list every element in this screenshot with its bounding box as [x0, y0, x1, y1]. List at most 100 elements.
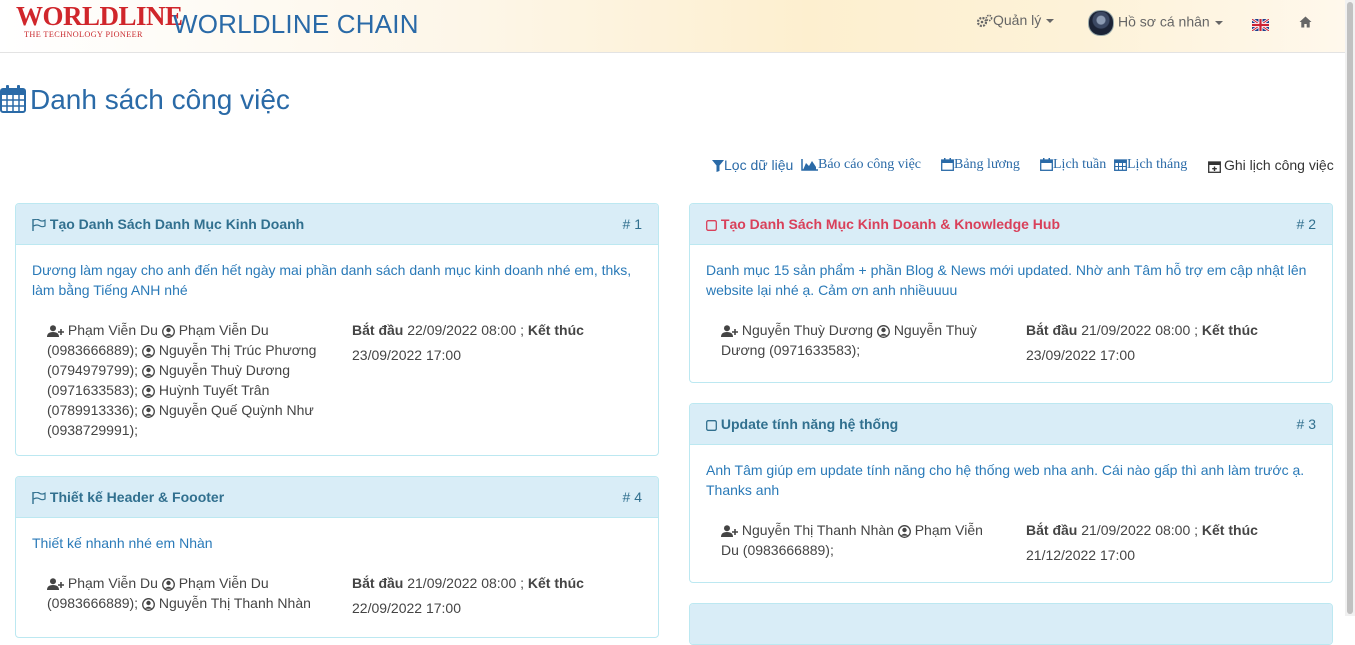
month-calendar-link[interactable]: Lịch tháng	[1114, 157, 1187, 173]
task-owner: Phạm Viễn Du	[67, 575, 158, 591]
assignee-name: Nguyễn Thuỳ Dương	[158, 362, 290, 378]
task-title-text: Tạo Danh Sách Mục Kinh Doanh & Knowledge…	[720, 216, 1061, 232]
assignee-phone: Dương (0971633583);	[721, 342, 861, 358]
user-circle-icon	[876, 324, 890, 338]
task-owner: Nguyễn Thị Thanh Nhàn	[741, 522, 894, 538]
assignee-phone: (0794979799);	[47, 362, 139, 378]
assignee-name: Phạm Viễn	[914, 522, 983, 538]
filter-label: Lọc dữ liệu	[724, 157, 794, 173]
task-owner: Nguyễn Thuỳ Dương	[741, 322, 874, 338]
home-button[interactable]	[1299, 13, 1312, 29]
chevron-down-icon	[1214, 21, 1223, 25]
home-icon	[1299, 16, 1312, 28]
worldline-logo[interactable]: WORLDLINE THE TECHNOLOGY PIONEER	[16, 1, 183, 40]
assignee-phone: (0971633583);	[47, 382, 139, 398]
task-title[interactable]: Tạo Danh Sách Danh Mục Kinh Doanh	[32, 216, 304, 232]
week-label: Lịch tuần	[1053, 157, 1107, 172]
flag-icon	[32, 491, 46, 505]
page-title-text: Danh sách công việc	[30, 84, 290, 115]
log-label: Ghi lịch công việc	[1224, 157, 1334, 173]
language-switch[interactable]	[1251, 16, 1270, 33]
filter-link[interactable]: Lọc dữ liệu	[712, 157, 793, 173]
week-calendar-link[interactable]: Lịch tuần	[1040, 157, 1106, 173]
assignee-name: Phạm Viễn Du	[178, 322, 269, 338]
calendar-grid-icon	[1114, 159, 1127, 172]
task-card-header	[690, 604, 1332, 644]
top-navbar: WORLDLINE THE TECHNOLOGY PIONEER WORLDLI…	[0, 0, 1345, 53]
assignee-phone: (0789913336);	[47, 402, 139, 418]
month-label: Lịch tháng	[1127, 157, 1188, 172]
profile-menu[interactable]: Hồ sơ cá nhân	[1088, 10, 1223, 36]
logo-text: WORLDLINE	[16, 1, 183, 31]
user-circle-icon	[142, 364, 155, 378]
assignee-name: Nguyễn Quế Quỳnh Như	[158, 402, 314, 418]
user-circle-icon	[897, 524, 911, 538]
payroll-label: Bảng lương	[954, 157, 1020, 172]
task-card[interactable]	[689, 603, 1333, 645]
gears-icon	[976, 14, 993, 28]
task-assignees: Nguyễn Thị Thanh Nhàn Phạm Viễn Du (0983…	[721, 520, 996, 560]
area-chart-icon	[801, 158, 818, 171]
task-card[interactable]: Update tính năng hệ thống # 3 Anh Tâm gi…	[689, 403, 1333, 583]
task-number: # 2	[1296, 216, 1316, 232]
user-circle-icon	[142, 404, 155, 418]
task-card-header: Thiết kế Header & Foooter # 4	[16, 477, 658, 518]
task-description: Thiết kế nhanh nhé em Nhàn	[32, 535, 213, 551]
assignee-name: Nguyễn Thị Thanh Nhàn	[158, 595, 311, 611]
task-time-range: Bắt đầu 21/09/2022 08:00 ; Kết thúc 22/0…	[352, 575, 584, 616]
task-title-text: Tạo Danh Sách Danh Mục Kinh Doanh	[49, 216, 305, 232]
task-owner: Phạm Viễn Du	[67, 322, 158, 338]
flag-icon	[32, 218, 46, 232]
task-card[interactable]: Thiết kế Header & Foooter # 4 Thiết kế n…	[15, 476, 659, 638]
filter-icon	[712, 160, 724, 173]
report-link[interactable]: Báo cáo công việc	[801, 157, 921, 173]
calendar-icon	[1040, 158, 1053, 172]
assignee-name: Nguyễn Thuỳ	[893, 322, 977, 338]
task-card[interactable]: Tạo Danh Sách Danh Mục Kinh Doanh # 1 Dư…	[15, 203, 659, 456]
log-schedule-link[interactable]: Ghi lịch công việc	[1208, 157, 1334, 173]
assignee-name: Huỳnh Tuyết Trân	[158, 382, 270, 398]
brand-title[interactable]: WORLDLINE CHAIN	[173, 9, 419, 40]
user-plus-icon	[721, 325, 738, 338]
avatar	[1088, 10, 1114, 36]
task-title-text: Thiết kế Header & Foooter	[49, 489, 225, 505]
task-number: # 3	[1296, 416, 1316, 432]
manage-label: Quản lý	[993, 12, 1042, 28]
task-title[interactable]: Thiết kế Header & Foooter	[32, 489, 224, 505]
task-title[interactable]: Tạo Danh Sách Mục Kinh Doanh & Knowledge…	[706, 216, 1060, 232]
task-number: # 4	[622, 489, 642, 505]
chevron-down-icon	[1046, 19, 1055, 24]
square-icon	[706, 419, 717, 431]
uk-flag-icon	[1251, 18, 1270, 33]
scrollbar-thumb[interactable]	[1347, 2, 1353, 614]
task-number: # 1	[622, 216, 642, 232]
assignee-phone: (0983666889);	[47, 342, 139, 358]
user-circle-icon	[142, 344, 155, 358]
user-circle-icon	[142, 384, 155, 398]
calendar-icon	[0, 85, 26, 113]
payroll-link[interactable]: Bảng lương	[941, 157, 1020, 173]
task-time-range: Bắt đầu 21/09/2022 08:00 ; Kết thúc 23/0…	[1026, 322, 1258, 363]
calendar-plus-icon	[1208, 161, 1221, 173]
page-title: Danh sách công việc	[0, 84, 290, 116]
task-assignees: Nguyễn Thuỳ Dương Nguyễn Thuỳ Dương (097…	[721, 320, 996, 360]
assignee-phone: (0983666889);	[47, 595, 139, 611]
task-title-text: Update tính năng hệ thống	[720, 416, 899, 432]
task-description: Dương làm ngay cho anh đến hết ngày mai …	[32, 262, 632, 298]
calendar-icon	[941, 158, 954, 172]
task-description: Danh mục 15 sản phẩm + phần Blog & News …	[706, 262, 1307, 298]
manage-menu[interactable]: Quản lý	[976, 12, 1055, 28]
task-card-header: Tạo Danh Sách Danh Mục Kinh Doanh # 1	[16, 204, 658, 245]
task-card[interactable]: Tạo Danh Sách Mục Kinh Doanh & Knowledge…	[689, 203, 1333, 383]
task-card-header: Tạo Danh Sách Mục Kinh Doanh & Knowledge…	[690, 204, 1332, 245]
task-card-header: Update tính năng hệ thống # 3	[690, 404, 1332, 445]
task-assignees: Phạm Viễn Du Phạm Viễn Du (0983666889); …	[47, 573, 337, 613]
square-icon	[706, 219, 717, 231]
task-assignees: Phạm Viễn Du Phạm Viễn Du (0983666889); …	[47, 320, 337, 440]
assignee-name: Nguyễn Thị Trúc Phương	[158, 342, 317, 358]
task-title[interactable]: Update tính năng hệ thống	[706, 416, 898, 432]
report-label: Báo cáo công việc	[818, 157, 922, 172]
user-plus-icon	[47, 578, 64, 591]
profile-label: Hồ sơ cá nhân	[1118, 13, 1210, 30]
task-time-range: Bắt đầu 21/09/2022 08:00 ; Kết thúc 21/1…	[1026, 522, 1258, 563]
